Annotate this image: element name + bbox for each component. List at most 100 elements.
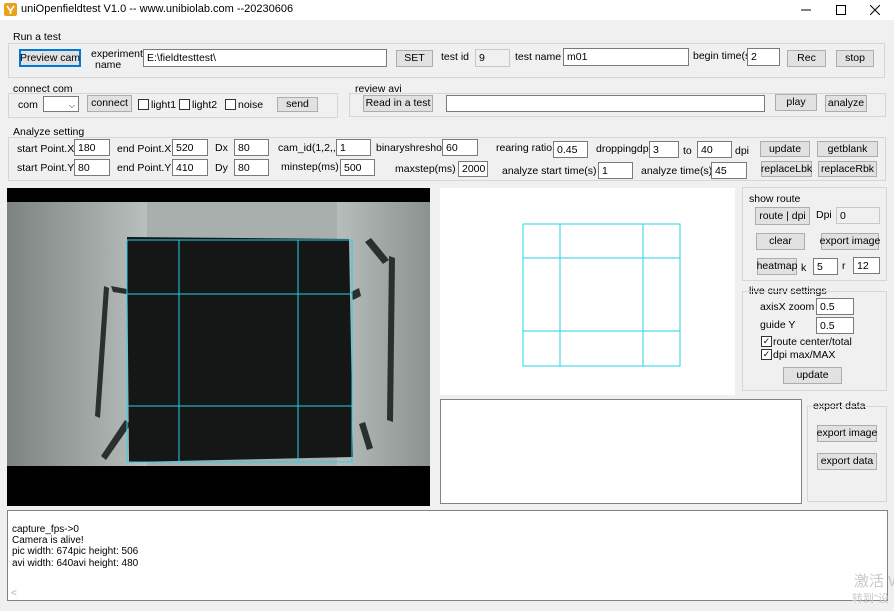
dx-label: Dx (215, 142, 228, 154)
binary-threshold-input[interactable]: 60 (442, 139, 478, 156)
preview-cam-button[interactable]: Preview cam (19, 49, 81, 67)
maximize-icon[interactable] (822, 0, 860, 20)
route-center-label: route center/total (773, 336, 852, 348)
stop-button[interactable]: stop (836, 50, 874, 67)
dropping-from-input[interactable]: 3 (649, 141, 679, 158)
live-curv-update-button[interactable]: update (783, 367, 842, 384)
light2-label: light2 (192, 99, 218, 111)
show-route-export-image-button[interactable]: export image (820, 233, 880, 250)
cam-id-label: cam_id(1,2,,) (278, 142, 340, 154)
end-y-input[interactable]: 410 (172, 159, 208, 176)
rec-button[interactable]: Rec (787, 50, 826, 67)
start-y-label: start Point.Y (17, 162, 75, 174)
dpi-max-label: dpi max/MAX (773, 349, 836, 361)
analysis-output-box (440, 399, 802, 504)
light1-checkbox[interactable] (138, 99, 149, 110)
maxstep-input[interactable]: 2000 (458, 161, 488, 177)
axisx-zoom-input[interactable]: 0.5 (816, 298, 854, 315)
analyze-start-time-input[interactable]: 1 (598, 162, 633, 179)
axisx-zoom-label: axisX zoom (760, 301, 815, 313)
dpi-label: Dpi (816, 209, 832, 221)
rearing-ratio-input[interactable]: 0.45 (553, 141, 588, 158)
r-label: r (842, 260, 846, 272)
title-bar: uniOpenfieldtest V1.0 -- www.unibiolab.c… (0, 0, 894, 20)
dpi-field: 0 (836, 207, 880, 224)
com-select[interactable]: ⌵ (43, 96, 79, 112)
cam-id-input[interactable]: 1 (336, 139, 371, 156)
heatmap-button[interactable]: heatmap (757, 258, 797, 275)
to-label: to (683, 145, 692, 157)
camera-preview (7, 188, 430, 506)
guide-y-input[interactable]: 0.5 (816, 317, 854, 334)
start-y-input[interactable]: 80 (74, 159, 110, 176)
avi-path-input[interactable] (446, 95, 765, 112)
check-icon: ✓ (762, 336, 771, 346)
log-line: avi width: 640avi height: 480 (12, 557, 139, 569)
begin-time-label: begin time(s) (693, 50, 754, 62)
analyze-start-time-label: analyze start time(s) (502, 165, 597, 177)
end-y-label: end Point.Y (117, 162, 172, 174)
set-button[interactable]: SET (396, 50, 433, 67)
scroll-left-icon[interactable]: < (11, 588, 17, 599)
begin-time-input[interactable]: 2 (747, 48, 780, 66)
test-id-label: test id (441, 51, 470, 63)
start-x-input[interactable]: 180 (74, 139, 110, 156)
k-input[interactable]: 5 (813, 258, 838, 275)
dpi-max-checkbox[interactable]: ✓ (761, 349, 772, 360)
analyze-button[interactable]: analyze (825, 95, 867, 112)
export-data-button[interactable]: export data (817, 453, 877, 470)
noise-label: noise (238, 99, 264, 111)
route-grid-border (522, 223, 681, 367)
route-panel (440, 188, 735, 395)
send-button[interactable]: send (277, 97, 318, 112)
experiment-name-label-2: name (95, 59, 122, 71)
dropping-to-input[interactable]: 40 (697, 141, 732, 158)
replace-rbk-button[interactable]: replaceRbk (818, 161, 877, 177)
minstep-input[interactable]: 500 (340, 159, 375, 176)
log-line: capture_fps->0 (12, 524, 79, 535)
r-input[interactable]: 12 (853, 257, 880, 274)
test-name-input[interactable]: m01 (563, 48, 689, 66)
route-grid-svg (522, 223, 681, 367)
minimize-icon[interactable] (787, 0, 825, 20)
clear-button[interactable]: clear (756, 233, 805, 250)
play-button[interactable]: play (775, 94, 817, 111)
update-button[interactable]: update (760, 141, 810, 157)
replace-lbk-button[interactable]: replaceLbk (761, 161, 812, 177)
dy-input[interactable]: 80 (234, 159, 269, 176)
end-x-input[interactable]: 520 (172, 139, 208, 156)
dpi-unit-label: dpi (735, 145, 750, 157)
read-in-test-button[interactable]: Read in a test (363, 95, 433, 112)
getblank-button[interactable]: getblank (817, 141, 878, 157)
com-label: com (18, 99, 38, 111)
analyze-time-input[interactable]: 45 (711, 162, 747, 179)
experiment-path-input[interactable]: E:\fieldtesttest\ (143, 49, 387, 67)
test-id-field: 9 (475, 49, 510, 67)
dy-label: Dy (215, 162, 228, 174)
start-x-label: start Point.X (17, 143, 75, 155)
log-output[interactable]: capture_fps->0 Camera is alive! pic widt… (7, 510, 888, 601)
light2-checkbox[interactable] (179, 99, 190, 110)
maxstep-label: maxstep(ms) (395, 163, 456, 175)
end-x-label: end Point.X (117, 143, 172, 155)
route-dpi-button[interactable]: route | dpi (755, 207, 810, 225)
noise-checkbox[interactable] (225, 99, 236, 110)
k-label: k (801, 262, 807, 274)
binary-threshold-label: binaryshreshod (376, 142, 448, 154)
dx-input[interactable]: 80 (234, 139, 269, 156)
app-icon (4, 3, 17, 16)
light1-label: light1 (151, 99, 177, 111)
minstep-label: minstep(ms) (281, 161, 339, 173)
route-center-checkbox[interactable]: ✓ (761, 336, 772, 347)
export-image-button[interactable]: export image (817, 425, 877, 442)
chevron-down-icon: ⌵ (68, 101, 75, 110)
log-line: pic width: 674pic height: 506 (12, 546, 139, 558)
log-line: Camera is alive! (12, 535, 84, 547)
rearing-ratio-label: rearing ratio (496, 142, 553, 154)
analyze-time-label: analyze time(s) (641, 165, 713, 177)
guide-y-label: guide Y (760, 319, 796, 331)
dropping-dpi-label: droppingdpi (596, 143, 651, 155)
connect-button[interactable]: connect (87, 95, 132, 112)
close-icon[interactable] (856, 0, 894, 20)
log-lines: capture_fps->0 Camera is alive! pic widt… (12, 524, 138, 569)
